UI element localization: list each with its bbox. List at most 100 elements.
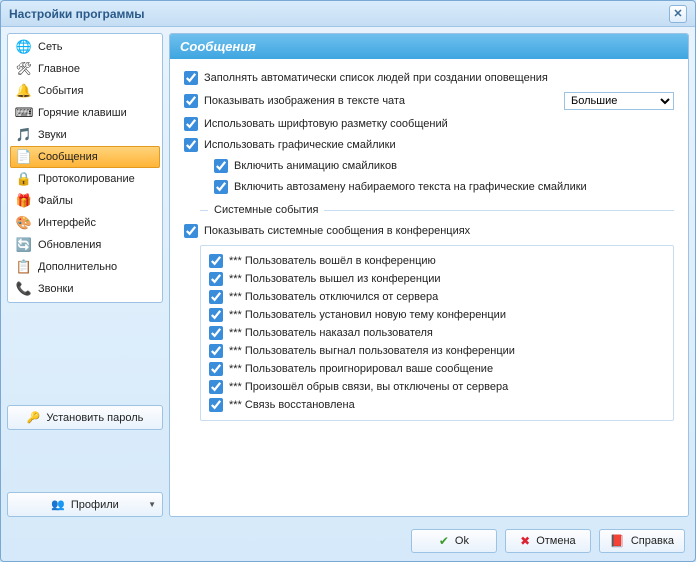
close-button[interactable]: ✕ (669, 5, 687, 23)
use-smileys-checkbox[interactable] (184, 138, 198, 152)
ok-label: Ok (455, 535, 469, 547)
sidebar-item-updates[interactable]: 🔄 Обновления (10, 234, 160, 256)
footer: ✔ Ok ✖Отмена 📕 Справка (1, 523, 695, 561)
page-title: Сообщения (170, 34, 688, 59)
event-checkbox[interactable] (209, 290, 223, 304)
event-label: *** Пользователь вышел из конференции (229, 273, 441, 285)
opt-font-markup: Использовать шрифтовую разметку сообщени… (184, 117, 674, 131)
main-panel: Сообщения Заполнять автоматически список… (169, 33, 689, 517)
palette-icon: 🎨 (16, 215, 32, 231)
close-icon: ✕ (673, 7, 682, 20)
list-item: *** Пользователь вошёл в конференцию (209, 252, 665, 270)
opt-enable-anim: Включить анимацию смайликов (214, 159, 674, 173)
clipboard-icon: 📋 (16, 259, 32, 275)
gift-icon: 🎁 (16, 193, 32, 209)
event-label: *** Пользователь проигнорировал ваше соо… (229, 363, 493, 375)
lock-icon: 🔒 (16, 171, 32, 187)
profiles-label: Профили (71, 499, 119, 511)
enable-anim-label: Включить анимацию смайликов (234, 160, 397, 172)
event-label: *** Произошёл обрыв связи, вы отключены … (229, 381, 508, 393)
event-checkbox[interactable] (209, 344, 223, 358)
event-checkbox[interactable] (209, 380, 223, 394)
sidebar-item-label: Обновления (38, 239, 101, 251)
sidebar-item-label: Протоколирование (38, 173, 135, 185)
music-icon: 🎵 (16, 127, 32, 143)
sidebar-item-network[interactable]: 🌐 Сеть (10, 36, 160, 58)
sidebar-item-files[interactable]: 🎁 Файлы (10, 190, 160, 212)
auto-fill-label: Заполнять автоматически список людей при… (204, 72, 548, 84)
book-icon: 📕 (610, 534, 625, 548)
use-smileys-label: Использовать графические смайлики (204, 139, 396, 151)
auto-fill-checkbox[interactable] (184, 71, 198, 85)
event-label: *** Пользователь выгнал пользователя из … (229, 345, 515, 357)
enable-anim-checkbox[interactable] (214, 159, 228, 173)
event-checkbox[interactable] (209, 398, 223, 412)
image-size-select[interactable]: Большие (564, 92, 674, 110)
check-icon: ✔ (439, 534, 449, 548)
sidebar-item-calls[interactable]: 📞 Звонки (10, 278, 160, 300)
show-images-checkbox[interactable] (184, 94, 198, 108)
sidebar-item-main[interactable]: 🛠 Главное (10, 58, 160, 80)
set-password-button[interactable]: 🔑 Установить пароль (7, 405, 163, 430)
sidebar-item-label: Интерфейс (38, 217, 96, 229)
opt-enable-autoreplace: Включить автозамену набираемого текста н… (214, 180, 674, 194)
sidebar-item-interface[interactable]: 🎨 Интерфейс (10, 212, 160, 234)
event-label: *** Пользователь отключился от сервера (229, 291, 438, 303)
refresh-icon: 🔄 (16, 237, 32, 253)
event-label: *** Пользователь наказал пользователя (229, 327, 433, 339)
sidebar-item-label: Горячие клавиши (38, 107, 127, 119)
profiles-button[interactable]: 👥 Профили ▼ (7, 492, 163, 517)
sidebar-item-advanced[interactable]: 📋Дополнительно (10, 256, 160, 278)
window-title: Настройки программы (9, 7, 669, 21)
list-item: *** Произошёл обрыв связи, вы отключены … (209, 378, 665, 396)
font-markup-checkbox[interactable] (184, 117, 198, 131)
set-password-label: Установить пароль (46, 412, 143, 424)
main-body: Заполнять автоматически список людей при… (170, 59, 688, 516)
sidebar-item-label: Главное (38, 63, 80, 75)
key-icon: 🔑 (27, 411, 41, 424)
sidebar-spacer (7, 309, 163, 399)
list-item: *** Связь восстановлена (209, 396, 665, 414)
sidebar-item-logging[interactable]: 🔒 Протоколирование (10, 168, 160, 190)
sidebar-item-label: Файлы (38, 195, 73, 207)
window-body: 🌐 Сеть 🛠 Главное 🔔 События ⌨ Горячие клавиши… (1, 27, 695, 523)
sidebar-item-label: Звуки (38, 129, 67, 141)
event-checkbox[interactable] (209, 326, 223, 340)
system-events-group: Системные события (200, 204, 674, 216)
event-checkbox[interactable] (209, 272, 223, 286)
sidebar: 🌐 Сеть 🛠 Главное 🔔 События ⌨ Горячие клавиши… (7, 33, 163, 517)
enable-autoreplace-checkbox[interactable] (214, 180, 228, 194)
enable-autoreplace-label: Включить автозамену набираемого текста н… (234, 181, 587, 193)
sidebar-item-label: Звонки (38, 283, 74, 295)
phone-icon: 📞 (16, 281, 32, 297)
opt-show-images: Показывать изображения в тексте чата Бол… (184, 92, 674, 110)
bell-icon: 🔔 (16, 83, 32, 99)
font-markup-label: Использовать шрифтовую разметку сообщени… (204, 118, 448, 130)
event-label: *** Пользователь установил новую тему ко… (229, 309, 506, 321)
opt-auto-fill: Заполнять автоматически список людей при… (184, 71, 674, 85)
event-checkbox[interactable] (209, 362, 223, 376)
list-item: *** Пользователь выгнал пользователя из … (209, 342, 665, 360)
opt-use-smileys: Использовать графические смайлики (184, 138, 674, 152)
sidebar-item-label: Сеть (38, 41, 62, 53)
sidebar-item-label: События (38, 85, 83, 97)
sidebar-item-sounds[interactable]: 🎵 Звуки (10, 124, 160, 146)
sidebar-item-messages[interactable]: 📄 Сообщения (10, 146, 160, 168)
cancel-button[interactable]: ✖Отмена (505, 529, 591, 553)
ok-button[interactable]: ✔ Ok (411, 529, 497, 553)
help-button[interactable]: 📕 Справка (599, 529, 685, 553)
sidebar-item-events[interactable]: 🔔 События (10, 80, 160, 102)
event-checkbox[interactable] (209, 308, 223, 322)
document-icon: 📄 (16, 149, 32, 165)
event-checkbox[interactable] (209, 254, 223, 268)
users-icon: 👥 (51, 498, 65, 511)
list-item: *** Пользователь установил новую тему ко… (209, 306, 665, 324)
sidebar-item-hotkeys[interactable]: ⌨ Горячие клавиши (10, 102, 160, 124)
show-sys-msgs-checkbox[interactable] (184, 224, 198, 238)
sidebar-item-label: Сообщения (38, 151, 98, 163)
globe-icon: 🌐 (16, 39, 32, 55)
keyboard-icon: ⌨ (16, 105, 32, 121)
help-label: Справка (631, 535, 674, 547)
wrench-icon: 🛠 (16, 61, 32, 77)
nav-panel: 🌐 Сеть 🛠 Главное 🔔 События ⌨ Горячие клавиши… (7, 33, 163, 303)
